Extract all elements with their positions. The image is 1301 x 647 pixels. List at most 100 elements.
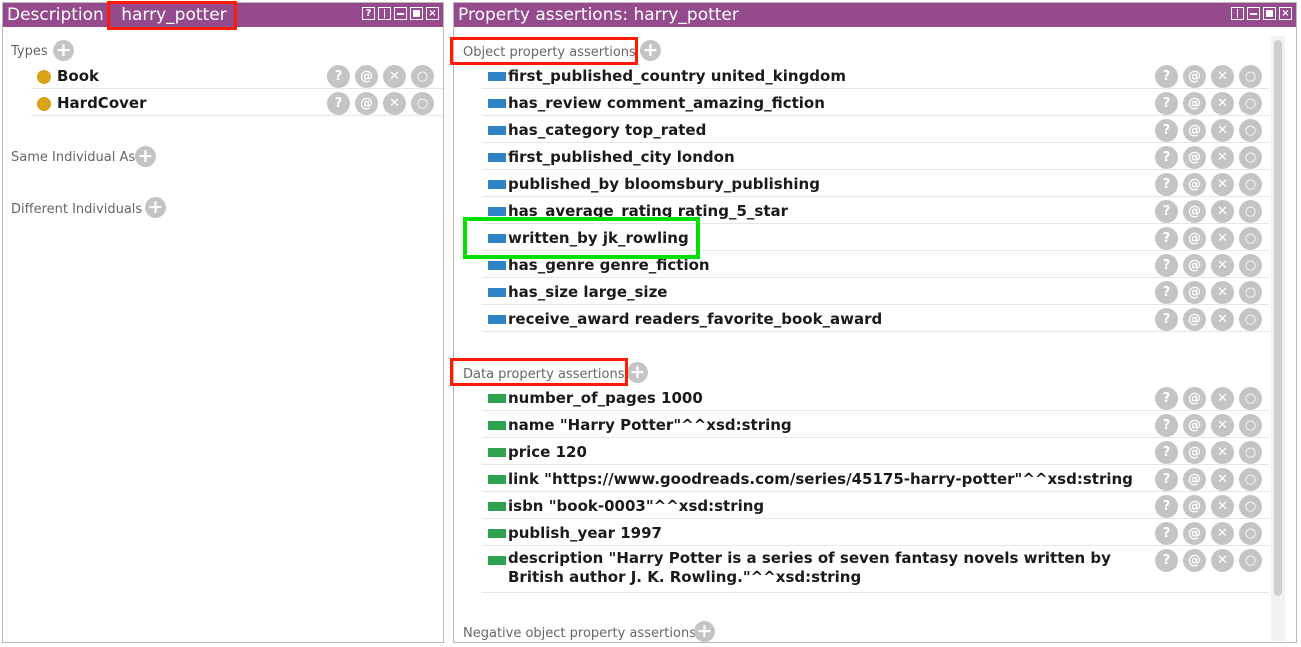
help-icon[interactable]: ? [1155, 308, 1178, 331]
object-assertion-row[interactable]: first_published_country united_kingdom? @… [482, 63, 1269, 89]
annotate-icon[interactable]: @ [1183, 173, 1206, 196]
help-icon[interactable]: ? [1155, 92, 1178, 115]
edit-icon[interactable]: ○ [1239, 65, 1262, 88]
help-icon[interactable]: ? [1155, 173, 1178, 196]
data-assertion-row[interactable]: publish_year 1997? @ ✕ ○ [482, 520, 1269, 546]
add-negative-object-property-assertion-button[interactable]: + [694, 621, 715, 642]
object-assertion-row[interactable]: receive_award readers_favorite_book_awar… [482, 306, 1269, 332]
annotate-icon[interactable]: @ [1183, 92, 1206, 115]
delete-icon[interactable]: ✕ [1211, 92, 1234, 115]
minimize-icon[interactable] [1247, 7, 1260, 20]
help-icon[interactable]: ? [362, 7, 375, 20]
delete-icon[interactable]: ✕ [1211, 65, 1234, 88]
add-same-individual-button[interactable]: + [135, 146, 156, 167]
edit-icon[interactable]: ○ [1239, 522, 1262, 545]
delete-icon[interactable]: ✕ [1211, 146, 1234, 169]
help-icon[interactable]: ? [1155, 387, 1178, 410]
edit-icon[interactable]: ○ [1239, 441, 1262, 464]
delete-icon[interactable]: ✕ [1211, 200, 1234, 223]
annotate-icon[interactable]: @ [1183, 387, 1206, 410]
annotate-icon[interactable]: @ [1183, 441, 1206, 464]
delete-icon[interactable]: ✕ [1211, 468, 1234, 491]
annotate-icon[interactable]: @ [355, 65, 378, 88]
help-icon[interactable]: ? [1155, 281, 1178, 304]
delete-icon[interactable]: ✕ [1211, 549, 1234, 572]
object-assertion-row[interactable]: published_by bloomsbury_publishing? @ ✕ ○ [482, 171, 1269, 197]
delete-icon[interactable]: ✕ [1211, 495, 1234, 518]
edit-icon[interactable]: ○ [411, 92, 434, 115]
annotate-icon[interactable]: @ [1183, 308, 1206, 331]
help-icon[interactable]: ? [1155, 146, 1178, 169]
edit-icon[interactable]: ○ [1239, 92, 1262, 115]
help-icon[interactable]: ? [1155, 65, 1178, 88]
edit-icon[interactable]: ○ [1239, 200, 1262, 223]
edit-icon[interactable]: ○ [1239, 468, 1262, 491]
data-assertion-row[interactable]: name "Harry Potter"^^xsd:string? @ ✕ ○ [482, 412, 1269, 438]
object-assertion-row[interactable]: has_size large_size? @ ✕ ○ [482, 279, 1269, 305]
close-icon[interactable]: × [1279, 7, 1292, 20]
edit-icon[interactable]: ○ [1239, 146, 1262, 169]
edit-icon[interactable]: ○ [1239, 173, 1262, 196]
annotate-icon[interactable]: @ [1183, 254, 1206, 277]
annotate-icon[interactable]: @ [1183, 522, 1206, 545]
help-icon[interactable]: ? [1155, 441, 1178, 464]
delete-icon[interactable]: ✕ [383, 92, 406, 115]
edit-icon[interactable]: ○ [411, 65, 434, 88]
minimize-icon[interactable] [394, 7, 407, 20]
annotate-icon[interactable]: @ [355, 92, 378, 115]
split-view-icon[interactable] [378, 7, 391, 20]
help-icon[interactable]: ? [327, 65, 350, 88]
data-assertion-row[interactable]: description "Harry Potter is a series of… [482, 547, 1269, 593]
delete-icon[interactable]: ✕ [1211, 308, 1234, 331]
data-assertion-row[interactable]: link "https://www.goodreads.com/series/4… [482, 466, 1269, 492]
delete-icon[interactable]: ✕ [1211, 254, 1234, 277]
help-icon[interactable]: ? [1155, 119, 1178, 142]
data-assertion-row[interactable]: number_of_pages 1000? @ ✕ ○ [482, 385, 1269, 411]
edit-icon[interactable]: ○ [1239, 254, 1262, 277]
help-icon[interactable]: ? [1155, 200, 1178, 223]
help-icon[interactable]: ? [1155, 495, 1178, 518]
annotate-icon[interactable]: @ [1183, 227, 1206, 250]
annotate-icon[interactable]: @ [1183, 414, 1206, 437]
help-icon[interactable]: ? [327, 92, 350, 115]
delete-icon[interactable]: ✕ [1211, 173, 1234, 196]
delete-icon[interactable]: ✕ [1211, 119, 1234, 142]
edit-icon[interactable]: ○ [1239, 387, 1262, 410]
edit-icon[interactable]: ○ [1239, 495, 1262, 518]
vertical-scrollbar[interactable] [1271, 36, 1285, 641]
delete-icon[interactable]: ✕ [1211, 281, 1234, 304]
object-assertion-row[interactable]: has_review comment_amazing_fiction? @ ✕ ○ [482, 90, 1269, 116]
annotate-icon[interactable]: @ [1183, 281, 1206, 304]
delete-icon[interactable]: ✕ [1211, 387, 1234, 410]
annotate-icon[interactable]: @ [1183, 495, 1206, 518]
annotate-icon[interactable]: @ [1183, 549, 1206, 572]
data-assertion-row[interactable]: price 120? @ ✕ ○ [482, 439, 1269, 465]
add-type-button[interactable]: + [53, 40, 74, 61]
help-icon[interactable]: ? [1155, 227, 1178, 250]
annotate-icon[interactable]: @ [1183, 146, 1206, 169]
scrollbar-thumb[interactable] [1274, 40, 1282, 596]
object-assertion-row[interactable]: first_published_city london? @ ✕ ○ [482, 144, 1269, 170]
help-icon[interactable]: ? [1155, 522, 1178, 545]
close-icon[interactable]: × [426, 7, 439, 20]
edit-icon[interactable]: ○ [1239, 414, 1262, 437]
delete-icon[interactable]: ✕ [1211, 441, 1234, 464]
add-object-property-assertion-button[interactable]: + [640, 40, 661, 61]
delete-icon[interactable]: ✕ [1211, 414, 1234, 437]
maximize-icon[interactable] [1263, 7, 1276, 20]
edit-icon[interactable]: ○ [1239, 119, 1262, 142]
type-row[interactable]: HardCover? @ ✕ ○ [31, 90, 443, 116]
edit-icon[interactable]: ○ [1239, 549, 1262, 572]
help-icon[interactable]: ? [1155, 468, 1178, 491]
delete-icon[interactable]: ✕ [1211, 227, 1234, 250]
annotate-icon[interactable]: @ [1183, 65, 1206, 88]
data-assertion-row[interactable]: isbn "book-0003"^^xsd:string? @ ✕ ○ [482, 493, 1269, 519]
annotate-icon[interactable]: @ [1183, 119, 1206, 142]
annotate-icon[interactable]: @ [1183, 468, 1206, 491]
help-icon[interactable]: ? [1155, 254, 1178, 277]
edit-icon[interactable]: ○ [1239, 308, 1262, 331]
help-icon[interactable]: ? [1155, 414, 1178, 437]
split-view-icon[interactable] [1231, 7, 1244, 20]
delete-icon[interactable]: ✕ [1211, 522, 1234, 545]
type-row[interactable]: Book? @ ✕ ○ [31, 63, 443, 89]
